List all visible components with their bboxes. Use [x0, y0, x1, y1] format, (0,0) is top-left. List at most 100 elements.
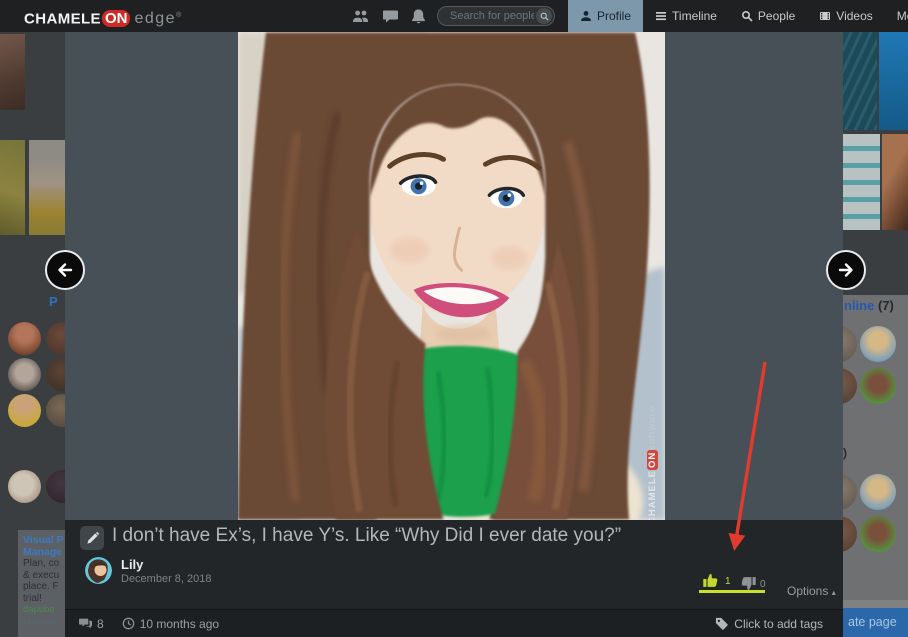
ad-body-line: trial!	[23, 593, 65, 605]
avatar	[860, 368, 896, 404]
avatar	[46, 358, 65, 391]
portrait-photo	[238, 32, 665, 520]
photo-watermark: CHAMELEONsoftware	[647, 392, 658, 524]
tab-label: Videos	[836, 9, 872, 23]
add-tags-label: Click to add tags	[734, 617, 823, 631]
brand-logo-on: ON	[102, 10, 131, 27]
ad-title-line: Visual P	[23, 535, 65, 547]
tag-icon	[715, 617, 728, 630]
ad-body-line: & execu	[23, 570, 65, 582]
watermark-software: software	[647, 406, 658, 450]
search-bar[interactable]	[437, 6, 555, 26]
ad-title-line: Manage	[23, 547, 65, 559]
tab-timeline[interactable]: Timeline	[643, 0, 729, 32]
photo-caption: I don’t have Ex’s, I have Y’s. Like “Why…	[112, 525, 621, 547]
friends-online-heading-text: nline	[844, 298, 874, 313]
search-icon[interactable]	[536, 8, 552, 24]
next-photo-button[interactable]	[826, 250, 866, 290]
watermark-brand: CHAMELE	[647, 470, 658, 524]
ad-link: dapube	[23, 604, 65, 616]
search-input[interactable]	[448, 9, 536, 23]
avatar	[46, 470, 65, 503]
avatar	[860, 516, 896, 552]
avatar	[860, 326, 896, 362]
photo-age: 10 months ago	[140, 617, 219, 631]
avatar	[8, 394, 41, 427]
page-background	[843, 600, 908, 608]
friends-online-heading: nline (7)	[844, 298, 894, 313]
top-navbar: CHAMELEONedge® Profile Timeline People V…	[0, 0, 908, 32]
like-count: 1	[725, 576, 731, 587]
background-page-left: P Visual P Manage Plan, co & execu place…	[0, 32, 65, 637]
photo-footer-bar: 8 10 months ago Click to add tags	[65, 609, 843, 637]
sidebar-count-fragment: )	[843, 446, 847, 460]
avatar	[860, 474, 896, 510]
tab-profile[interactable]: Profile	[568, 0, 643, 32]
ad-body-line: place. F	[23, 581, 65, 593]
options-menu-button[interactable]: Options ▴	[787, 584, 836, 598]
pencil-icon	[86, 532, 99, 545]
sidebar-ad[interactable]: Visual P Manage Plan, co & execu place. …	[18, 530, 65, 637]
photo-stats: 8 10 months ago	[65, 617, 219, 631]
brand-logo-text: CHAMELE	[24, 10, 101, 27]
avatar	[8, 358, 41, 391]
thumbs-up-button[interactable]	[702, 572, 719, 589]
watermark-brand-on: ON	[647, 450, 658, 470]
videos-icon	[819, 10, 831, 22]
comments-count[interactable]: 8	[97, 617, 104, 631]
people-search-icon	[741, 10, 753, 22]
tab-label: Timeline	[672, 9, 717, 23]
cover-photo-thumb	[29, 140, 65, 235]
tab-label: More	[897, 9, 908, 23]
photo-date: December 8, 2018	[121, 573, 212, 585]
tab-videos[interactable]: Videos	[807, 0, 884, 32]
clock-icon	[122, 617, 135, 630]
background-page-right: nline (7) ) ate page	[843, 32, 908, 637]
dislike-count: 0	[760, 579, 766, 590]
chevron-up-icon: ▴	[832, 588, 836, 597]
cover-photo-thumb	[0, 140, 25, 235]
author-avatar[interactable]	[85, 557, 112, 584]
arrow-right-icon	[835, 259, 857, 281]
friends-online-count: (7)	[878, 298, 894, 313]
create-page-button[interactable]: ate page	[843, 608, 908, 637]
brand-reg-mark: ®	[176, 12, 181, 19]
nav-tabs: Profile Timeline People Videos More ▾	[568, 0, 908, 32]
chat-icon[interactable]	[382, 8, 399, 25]
cover-photo-thumb	[0, 34, 25, 110]
cover-photo-thumb	[882, 134, 908, 230]
like-active-underline	[699, 590, 765, 593]
author-name[interactable]: Lily	[121, 557, 143, 572]
photo-caption-bar: I don’t have Ex’s, I have Y’s. Like “Why…	[65, 520, 843, 609]
author-avatar-image	[85, 557, 112, 584]
brand-logo[interactable]: CHAMELEONedge®	[24, 0, 181, 32]
avatar	[8, 470, 41, 503]
profile-icon	[580, 10, 592, 22]
edit-caption-button[interactable]	[80, 526, 104, 550]
ad-body-line: Plan, co	[23, 558, 65, 570]
cover-photo-thumb	[843, 32, 877, 130]
photo-view[interactable]	[238, 32, 665, 520]
previous-photo-button[interactable]	[45, 250, 85, 290]
photos-heading-fragment: P	[49, 294, 58, 309]
bell-icon[interactable]	[410, 8, 427, 25]
tab-label: People	[758, 9, 795, 23]
cover-photo-thumb	[879, 32, 908, 130]
tab-more[interactable]: More ▾	[885, 0, 908, 32]
avatar	[8, 322, 41, 355]
avatar	[46, 394, 65, 427]
friends-icon[interactable]	[352, 8, 369, 25]
tab-people[interactable]: People	[729, 0, 807, 32]
options-label: Options	[787, 584, 828, 598]
thumbs-up-icon	[702, 572, 719, 589]
photo-lightbox: CHAMELEONsoftware I don’t have Ex’s, I h…	[65, 32, 843, 637]
add-tags-button[interactable]: Click to add tags	[715, 617, 843, 631]
arrow-left-icon	[54, 259, 76, 281]
avatar	[46, 322, 65, 355]
brand-logo-edge: edge	[134, 10, 176, 27]
tab-label: Profile	[597, 9, 631, 23]
comments-icon[interactable]	[79, 617, 92, 630]
timeline-icon	[655, 10, 667, 22]
cover-photo-thumb	[843, 134, 880, 230]
ad-link-secondary: Manage	[23, 616, 65, 628]
